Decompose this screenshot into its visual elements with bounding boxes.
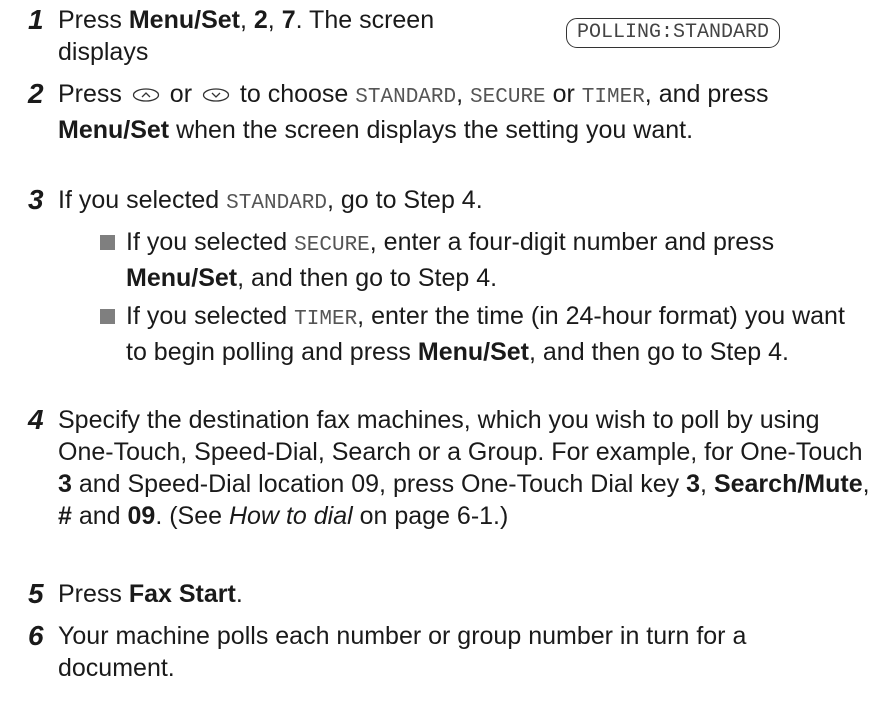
step-text: Your machine polls each number or group … <box>58 622 747 682</box>
step-number: 3 <box>28 184 44 215</box>
bullet-text: If you selected SECURE, enter a four-dig… <box>126 228 775 292</box>
step-text: Press Fax Start. <box>58 580 243 608</box>
sub-bullet-secure: If you selected SECURE, enter a four-dig… <box>100 226 860 292</box>
navigation-down-icon <box>202 88 230 103</box>
step-text: If you selected STANDARD, go to Step 4. <box>58 186 483 215</box>
step-number: 1 <box>28 4 44 35</box>
manual-page: 1 Press Menu/Set, 2, 7. The screen displ… <box>0 0 872 719</box>
step-4: 4 Specify the destination fax machines, … <box>28 404 870 534</box>
step-number: 6 <box>28 620 44 651</box>
step-text: Press or to choose STANDARD, SECURE or T… <box>58 80 769 144</box>
step-5: 5 Press Fax Start. <box>28 578 858 612</box>
bullet-text: If you selected TIMER, enter the time (i… <box>126 302 845 366</box>
bullet-marker <box>100 235 115 250</box>
navigation-up-icon <box>132 88 160 103</box>
step-text: Press Menu/Set, 2, 7. The screen display… <box>58 6 435 66</box>
step-text: Specify the destination fax machines, wh… <box>58 406 870 530</box>
bullet-marker <box>100 309 115 324</box>
sub-bullet-timer: If you selected TIMER, enter the time (i… <box>100 300 860 396</box>
step-6: 6 Your machine polls each number or grou… <box>28 620 858 684</box>
step-number: 4 <box>28 404 44 435</box>
lcd-display: POLLING:STANDARD <box>566 18 781 48</box>
step-number: 2 <box>28 78 44 109</box>
step-number: 5 <box>28 578 44 609</box>
step-2: 2 Press or to choose STANDARD, SECURE or… <box>28 78 858 174</box>
step-3: 3 If you selected STANDARD, go to Step 4… <box>28 184 858 218</box>
